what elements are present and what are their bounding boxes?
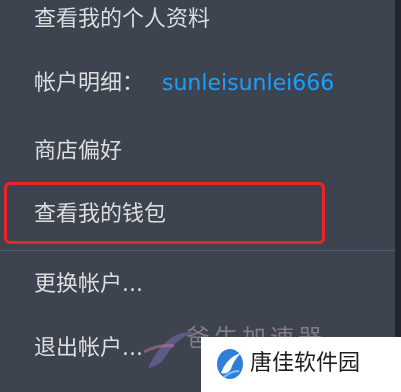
watermark-badge: 唐佳软件园	[201, 337, 401, 392]
store-preferences-menu-item[interactable]: 商店偏好	[34, 132, 122, 172]
account-name: sunleisunlei666	[162, 71, 335, 96]
view-profile-menu-item[interactable]: 查看我的个人资料	[34, 0, 210, 40]
highlight-annotation-box	[4, 182, 325, 244]
account-details-label: 帐户明细：	[34, 71, 145, 96]
account-details-menu-item[interactable]: 帐户明细： sunleisunlei666	[34, 64, 334, 104]
brand-text: 唐佳软件园	[250, 351, 361, 376]
logout-menu-item[interactable]: 退出帐户...	[34, 329, 143, 369]
change-account-menu-item[interactable]: 更换帐户...	[34, 265, 143, 305]
menu-divider	[0, 250, 395, 251]
brand-logo-icon	[217, 349, 243, 379]
